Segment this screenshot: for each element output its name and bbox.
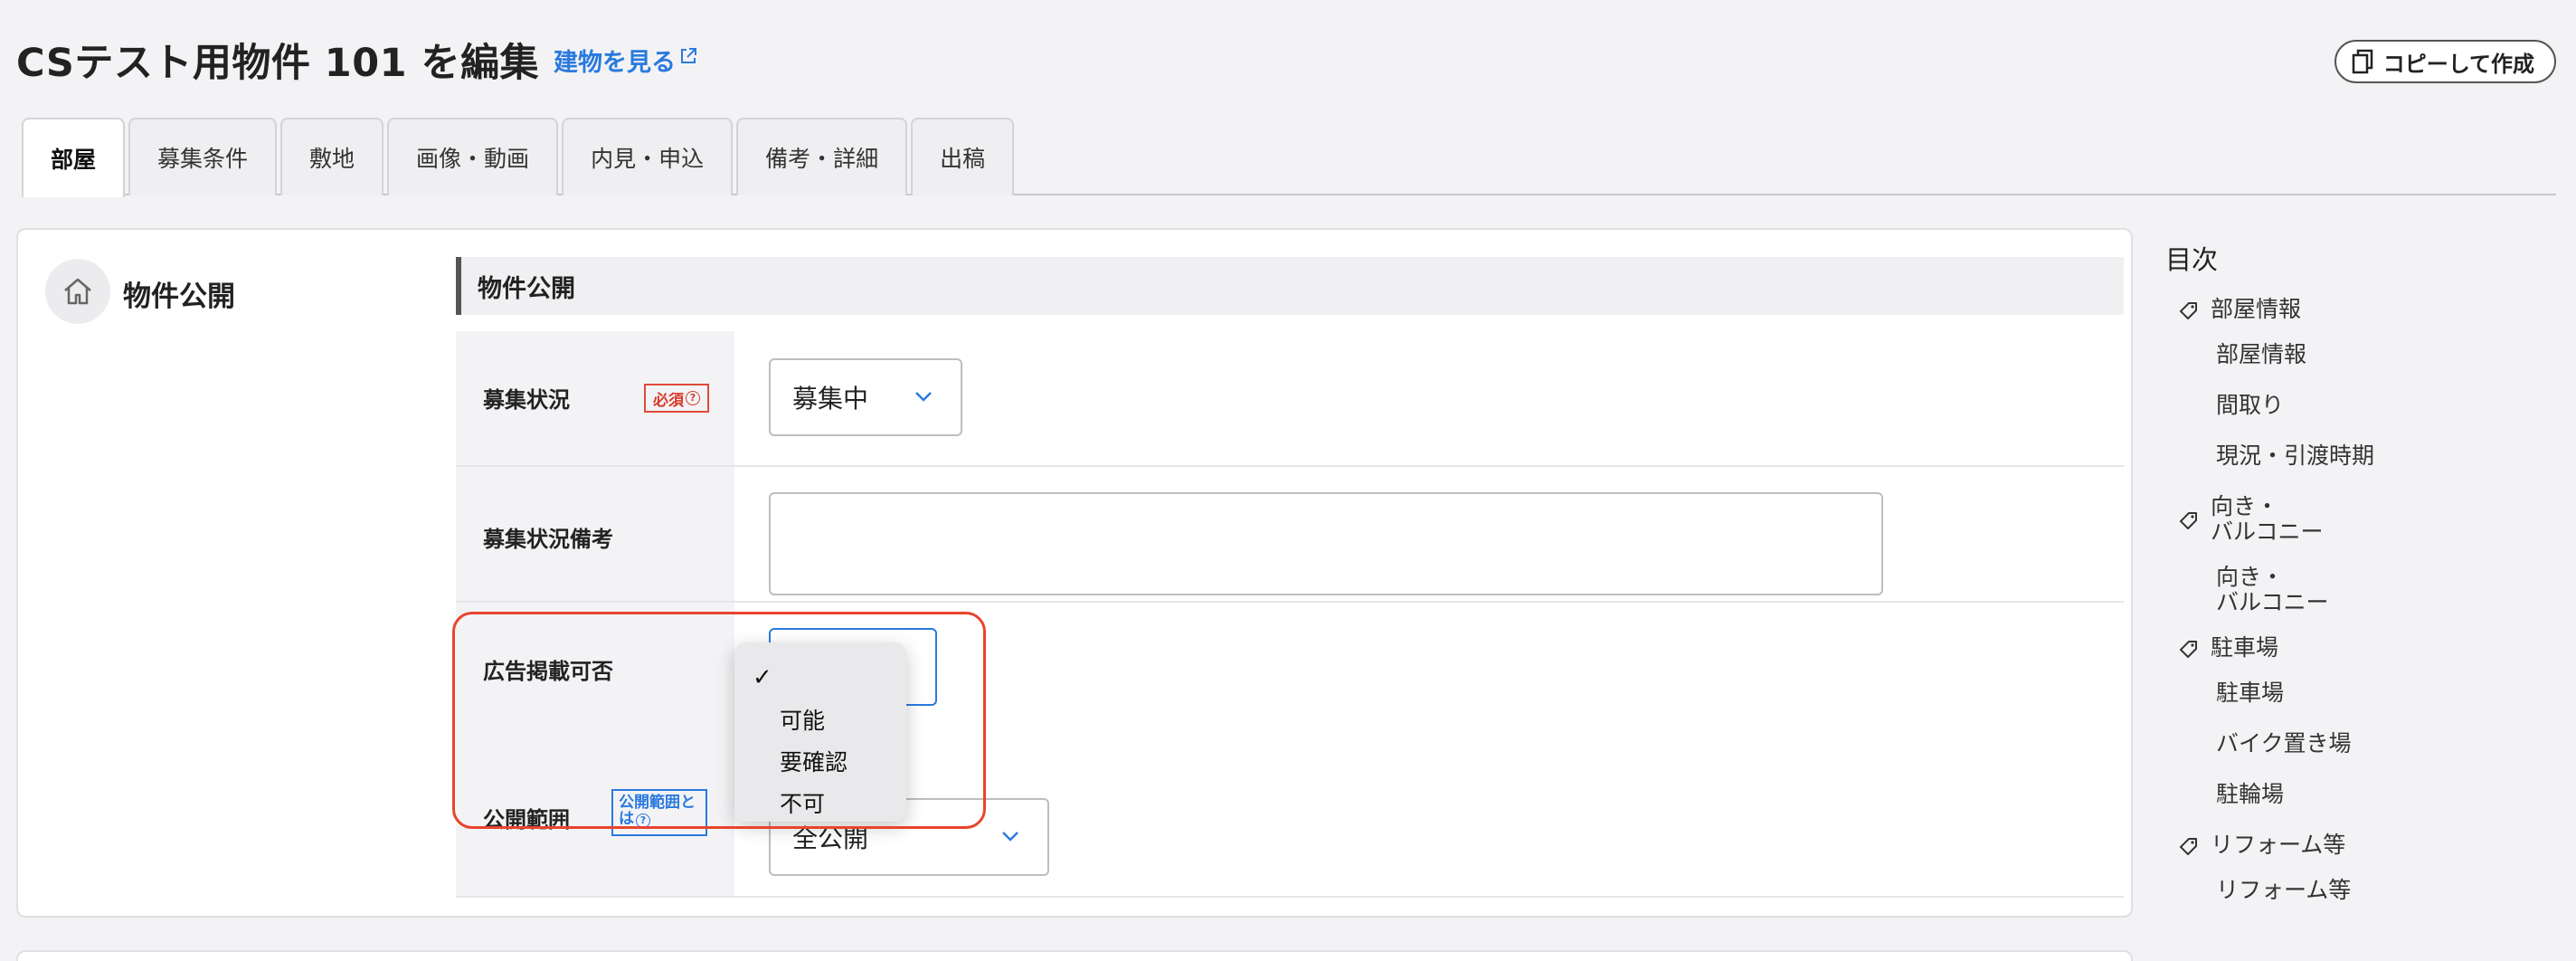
toc-item-bike-parking[interactable]: バイク置き場 xyxy=(2165,731,2563,756)
toc-group-label: 駐車場 xyxy=(2211,634,2279,661)
toc-item-bicycle-parking[interactable]: 駐輪場 xyxy=(2165,782,2563,807)
toc-item-room-info[interactable]: 部屋情報 xyxy=(2165,342,2563,367)
tab-recruitment-conditions[interactable]: 募集条件 xyxy=(128,118,278,195)
chevron-down-icon xyxy=(1002,832,1018,842)
tab-room[interactable]: 部屋 xyxy=(22,118,126,197)
tag-icon xyxy=(2180,512,2197,529)
copy-icon xyxy=(2352,49,2372,74)
copy-and-create-button[interactable]: コピーして作成 xyxy=(2334,40,2556,83)
status-note-label: 募集状況備考 xyxy=(483,527,613,552)
tag-icon xyxy=(2180,302,2197,319)
page-header: CSテスト用物件 101 を編集 建物を見る xyxy=(16,33,697,87)
next-card xyxy=(16,950,2133,961)
toc-group-label: 部屋情報 xyxy=(2211,296,2302,322)
section-icon-wrap xyxy=(45,259,110,324)
property-publish-card: 物件公開 物件公開 募集状況 必須? 募集中 募集状況備考 広告掲載可否 公開範… xyxy=(16,228,2133,918)
toc-item-reform[interactable]: リフォーム等 xyxy=(2165,878,2563,903)
toc-item-floor-plan[interactable]: 間取り xyxy=(2165,393,2563,418)
status-select[interactable]: 募集中 xyxy=(769,358,962,436)
highlight-annotation xyxy=(452,612,986,829)
row-label-cell: 募集状況 必須? xyxy=(456,331,734,465)
form-row-status-note: 募集状況備考 xyxy=(456,467,2124,603)
tab-publish[interactable]: 出稿 xyxy=(911,118,1015,195)
tab-site[interactable]: 敷地 xyxy=(280,118,384,195)
table-of-contents: 目次 部屋情報 部屋情報 間取り 現況・引渡時期 向き・ バルコニー 向き・ バ… xyxy=(2165,239,2563,928)
required-badge-text: 必須 xyxy=(653,391,684,410)
tag-icon xyxy=(2180,641,2197,658)
tab-viewing-application[interactable]: 内見・申込 xyxy=(562,118,734,195)
toc-group-label: リフォーム等 xyxy=(2211,832,2346,858)
tag-icon xyxy=(2180,838,2197,855)
section-title: 物件公開 xyxy=(123,281,235,313)
view-building-link-label: 建物を見る xyxy=(554,48,677,77)
tab-notes-details[interactable]: 備考・詳細 xyxy=(736,118,908,195)
toc-item-parking[interactable]: 駐車場 xyxy=(2165,680,2563,706)
section-subheading: 物件公開 xyxy=(456,257,2124,315)
house-icon xyxy=(64,278,91,305)
required-badge[interactable]: 必須? xyxy=(644,384,709,413)
status-label: 募集状況 xyxy=(483,387,570,413)
status-select-value: 募集中 xyxy=(792,384,869,414)
toc-group-reform[interactable]: リフォーム等 xyxy=(2165,833,2563,858)
toc-group-label: 向き・ バルコニー xyxy=(2211,493,2324,545)
form-row-status: 募集状況 必須? 募集中 xyxy=(456,331,2124,467)
view-building-link[interactable]: 建物を見る xyxy=(554,43,697,78)
chevron-down-icon xyxy=(915,392,932,402)
toc-group-room-info[interactable]: 部屋情報 xyxy=(2165,297,2563,322)
page-title: CSテスト用物件 101 を編集 xyxy=(16,41,540,86)
status-note-textarea[interactable] xyxy=(769,492,1883,595)
external-link-icon xyxy=(681,48,697,63)
toc-title: 目次 xyxy=(2165,244,2219,275)
toc-group-parking[interactable]: 駐車場 xyxy=(2165,635,2563,661)
tab-images-videos[interactable]: 画像・動画 xyxy=(387,118,559,195)
help-icon: ? xyxy=(686,391,700,405)
toc-group-orientation[interactable]: 向き・ バルコニー xyxy=(2165,494,2563,545)
tab-bar: 部屋 募集条件 敷地 画像・動画 内見・申込 備考・詳細 出稿 xyxy=(22,118,2556,197)
toc-item-orientation[interactable]: 向き・ バルコニー xyxy=(2165,565,2563,615)
row-label-cell: 募集状況備考 xyxy=(456,467,734,601)
copy-button-label: コピーして作成 xyxy=(2382,51,2534,77)
toc-item-status-handover[interactable]: 現況・引渡時期 xyxy=(2165,443,2563,469)
